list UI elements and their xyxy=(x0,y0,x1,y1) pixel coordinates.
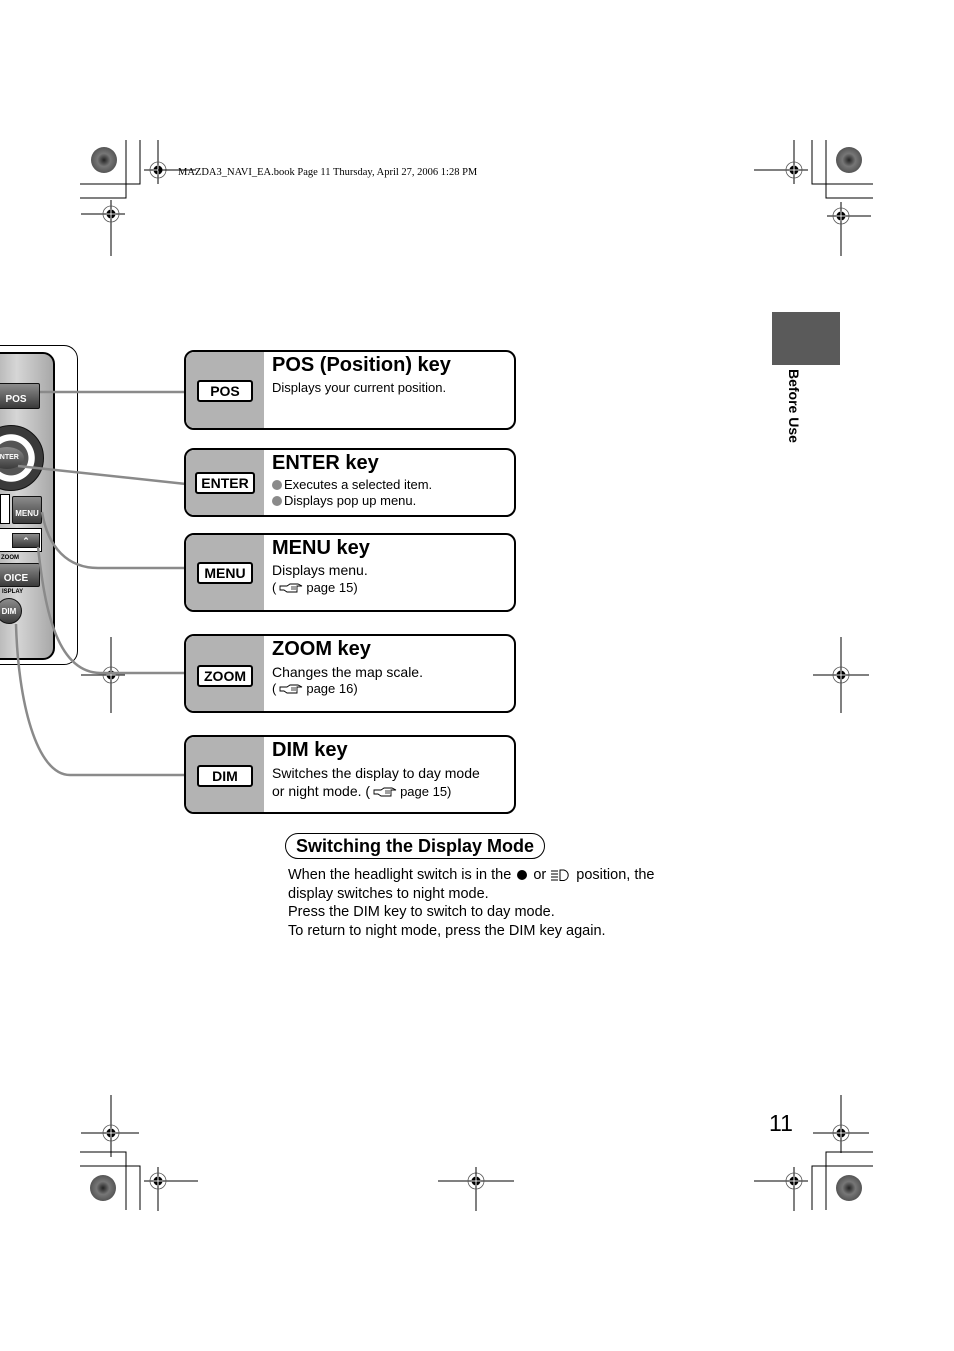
key-ref-menu: (page 15) xyxy=(272,580,358,595)
bullet-icon xyxy=(272,496,282,506)
section-line-3: Press the DIM key to switch to day mode. xyxy=(288,904,555,920)
key-card-zoom: ZOOM ZOOM key Changes the map scale. (pa… xyxy=(184,634,516,713)
key-card-menu: MENU MENU key Displays menu. (page 15) xyxy=(184,533,516,612)
key-desc-pos: Displays your current position. xyxy=(272,380,447,395)
section-line-1: When the headlight switch is in the or p… xyxy=(288,867,655,883)
key-title-menu: MENU key xyxy=(272,537,370,559)
page-number: 11 xyxy=(769,1110,793,1136)
section-line-2: display switches to night mode. xyxy=(288,885,489,902)
key-label-dim: DIM xyxy=(197,765,253,787)
connector-zoom xyxy=(36,546,186,675)
section-line-4: To return to night mode, press the DIM k… xyxy=(288,922,606,939)
connector-enter xyxy=(17,464,187,486)
section-tab-marker xyxy=(772,312,840,365)
key-card-enter: ENTER ENTER key Executes a selected item… xyxy=(184,448,516,517)
key-ref-zoom: (page 16) xyxy=(272,681,358,696)
key-desc-dim-2: or night mode. (page 15) xyxy=(272,783,452,799)
key-desc-zoom: Changes the map scale. xyxy=(272,664,423,680)
section-heading: Switching the Display Mode xyxy=(285,833,546,859)
key-bullet-2: Displays pop up menu. xyxy=(272,493,416,509)
key-desc-menu: Displays menu. xyxy=(272,562,368,578)
pointing-hand-reference-icon xyxy=(279,583,303,593)
section-body: When the headlight switch is in the or p… xyxy=(288,866,655,940)
key-bullet-1: Executes a selected item. xyxy=(272,477,432,493)
bullet-icon xyxy=(272,480,282,490)
key-title-pos: POS (Position) key xyxy=(272,354,451,376)
key-label-zoom: ZOOM xyxy=(197,665,253,687)
key-card-pos: POS POS (Position) key Displays your cur… xyxy=(184,350,516,430)
headlight-on-icon xyxy=(517,870,528,880)
pointing-hand-reference-icon xyxy=(279,684,303,694)
key-label-menu: MENU xyxy=(197,562,253,584)
connector-menu xyxy=(40,511,186,570)
key-desc-dim-1: Switches the display to day mode xyxy=(272,765,480,781)
key-label-pos: POS xyxy=(197,380,253,402)
section-tab-label: Before Use xyxy=(786,369,802,443)
pointing-hand-reference-icon xyxy=(373,787,397,797)
key-label-enter: ENTER xyxy=(195,472,255,494)
key-title-dim: DIM key xyxy=(272,739,348,761)
key-title-zoom: ZOOM key xyxy=(272,638,371,660)
key-title-enter: ENTER key xyxy=(272,452,379,474)
connector-dim xyxy=(14,623,186,777)
key-card-dim: DIM DIM key Switches the display to day … xyxy=(184,735,516,814)
headlight-beam-icon xyxy=(551,869,569,881)
